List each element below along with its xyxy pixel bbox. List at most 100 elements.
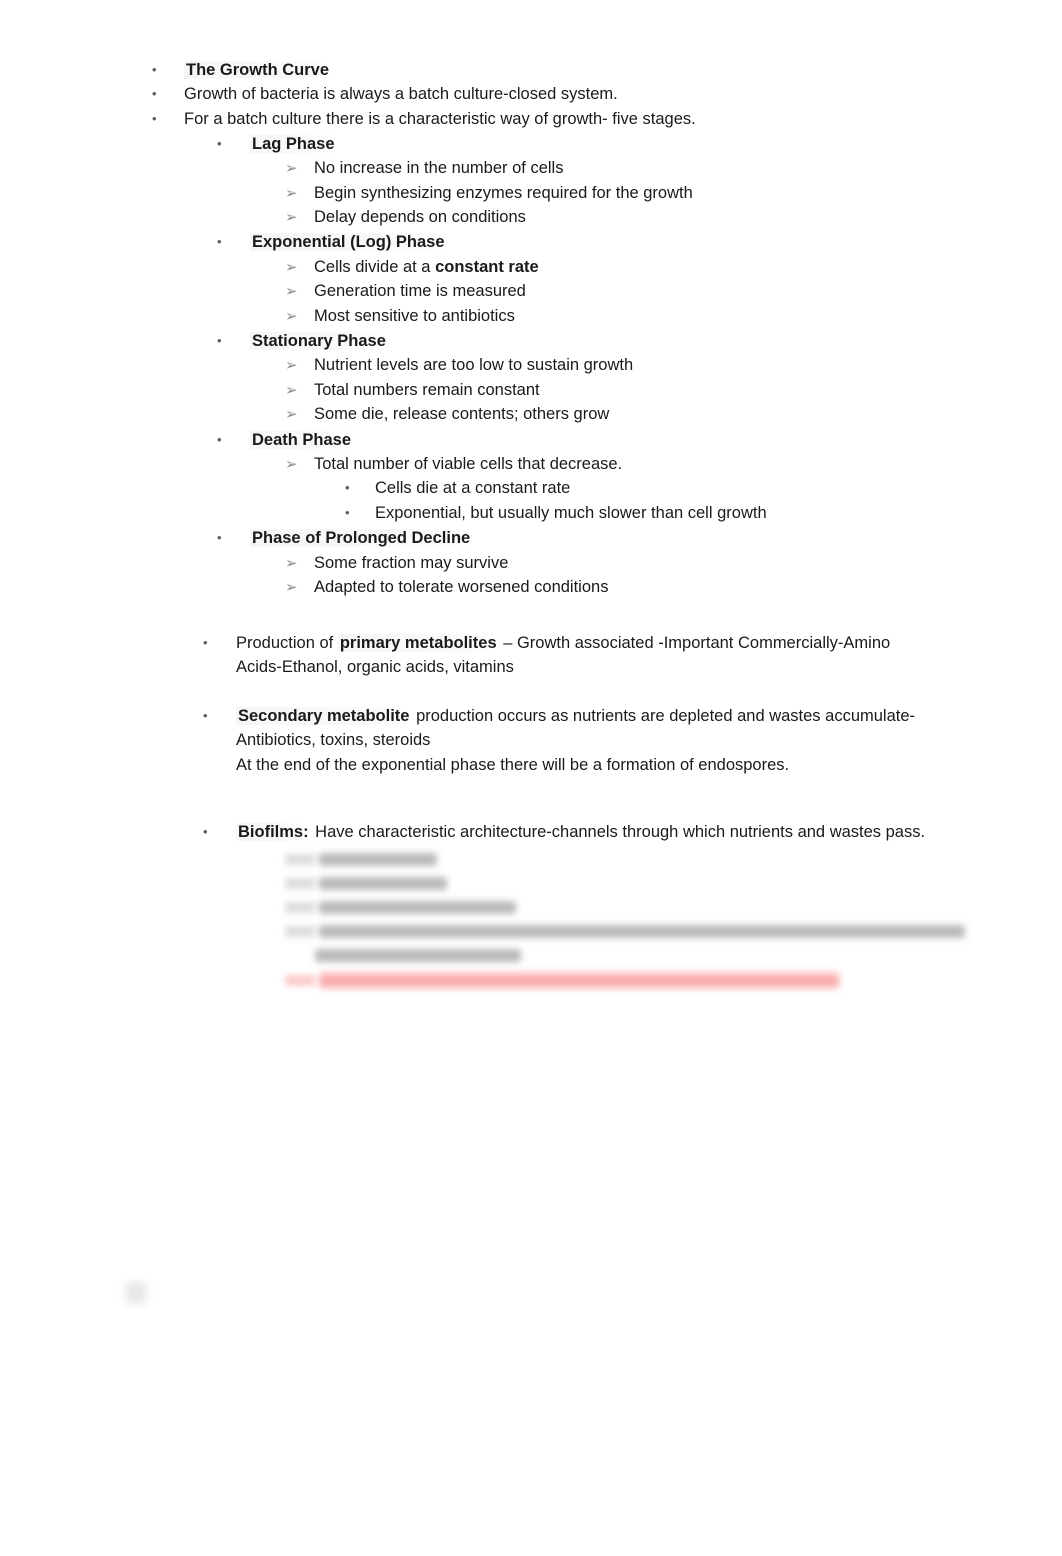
list-item-label: Nutrient levels are too low to sustain g… (314, 356, 634, 375)
redacted-bullet-icon (285, 854, 315, 865)
disc-bullet-icon: • (217, 234, 222, 250)
disc-bullet-icon: • (217, 431, 222, 447)
list-item: ➢ Most sensitive to antibiotics (0, 304, 1062, 328)
phase-heading-exponential: • Exponential (Log) Phase (0, 230, 1062, 254)
list-item-label: Generation time is measured (314, 282, 526, 301)
arrow-bullet-icon: ➢ (285, 455, 298, 473)
redacted-line (285, 877, 447, 890)
list-item-label: The Growth Curve (184, 61, 332, 79)
phase-name: Lag Phase (250, 134, 337, 153)
list-item: ➢ Some die, release contents; others gro… (0, 402, 1062, 426)
list-item-label: Exponential, but usually much slower tha… (375, 503, 767, 522)
outline-top-section: • The Growth Curve • Growth of bacteria … (0, 58, 1062, 599)
list-item: ➢ Some fraction may survive (0, 551, 1062, 575)
list-item-label: Cells die at a constant rate (375, 479, 571, 498)
redacted-bullet-icon (285, 878, 315, 889)
redacted-line (285, 925, 965, 938)
redacted-bullet-icon (285, 926, 315, 937)
redacted-bullet-icon (285, 975, 315, 986)
disc-bullet-icon: • (152, 62, 157, 77)
phase-heading-lag: • Lag Phase (0, 132, 1062, 156)
primary-metabolites-text: Production of primary metabolites – Grow… (236, 634, 891, 677)
list-item: • The Growth Curve (0, 58, 1062, 82)
biofilms-section: • Biofilms: Have characteristic architec… (0, 820, 1062, 844)
phase-name: Exponential (Log) Phase (250, 233, 447, 252)
redacted-text (319, 877, 447, 890)
document-page: • The Growth Curve • Growth of bacteria … (0, 0, 1062, 1556)
redacted-line-highlighted (285, 973, 839, 988)
arrow-bullet-icon: ➢ (285, 380, 298, 399)
list-item: ➢ No increase in the number of cells (0, 156, 1062, 180)
list-item: ➢ Begin synthesizing enzymes required fo… (0, 181, 1062, 205)
redacted-text (315, 949, 521, 962)
arrow-bullet-icon: ➢ (285, 282, 298, 301)
disc-bullet-icon: • (345, 504, 350, 520)
list-item-label: Some die, release contents; others grow (314, 405, 610, 424)
redacted-content-block (0, 843, 1062, 1003)
list-item: • Cells die at a constant rate (0, 476, 1062, 500)
arrow-bullet-icon: ➢ (285, 356, 298, 375)
list-item-label: No increase in the number of cells (314, 159, 564, 178)
list-item-label: Begin synthesizing enzymes required for … (314, 183, 693, 202)
list-item: ➢ Nutrient levels are too low to sustain… (0, 353, 1062, 377)
list-item: ➢ Adapted to tolerate worsened condition… (0, 575, 1062, 599)
disc-bullet-icon: • (152, 86, 157, 102)
list-item-label: For a batch culture there is a character… (184, 109, 696, 128)
biofilms-text: Biofilms: Have characteristic architectu… (236, 823, 926, 841)
redacted-text (319, 853, 437, 866)
list-item: • Production of primary metabolites – Gr… (0, 631, 1062, 680)
secondary-metabolite-section: • Secondary metabolite production occurs… (0, 704, 1062, 777)
disc-bullet-icon: • (217, 332, 222, 348)
phase-heading-prolonged-decline: • Phase of Prolonged Decline (0, 526, 1062, 550)
phase-heading-death: • Death Phase (0, 428, 1062, 452)
list-item: • Exponential, but usually much slower t… (0, 501, 1062, 525)
phase-heading-stationary: • Stationary Phase (0, 329, 1062, 353)
redacted-text (319, 901, 516, 914)
list-item: ➢ Generation time is measured (0, 279, 1062, 303)
list-item-label: Total numbers remain constant (314, 380, 540, 399)
redacted-text (319, 973, 839, 988)
arrow-bullet-icon: ➢ (285, 306, 298, 325)
arrow-bullet-icon: ➢ (285, 553, 298, 572)
disc-bullet-icon: • (152, 110, 157, 126)
disc-bullet-icon: • (203, 708, 208, 723)
list-item-label: Growth of bacteria is always a batch cul… (184, 85, 618, 104)
phase-name: Death Phase (250, 430, 354, 449)
list-item-label: Adapted to tolerate worsened conditions (314, 578, 609, 597)
secondary-metabolite-text: Secondary metabolite production occurs a… (236, 707, 916, 774)
disc-bullet-icon: • (203, 824, 208, 839)
arrow-bullet-icon: ➢ (285, 159, 298, 178)
arrow-bullet-icon: ➢ (285, 183, 298, 202)
list-item-label: Some fraction may survive (314, 553, 509, 572)
list-item-label: Most sensitive to antibiotics (314, 306, 515, 325)
arrow-bullet-icon: ➢ (285, 405, 298, 424)
redacted-line (285, 901, 516, 914)
list-item: • Secondary metabolite production occurs… (0, 704, 1062, 777)
arrow-bullet-icon: ➢ (285, 257, 298, 276)
list-item-label: Cells divide at a constant rate (314, 257, 539, 276)
redacted-text (319, 925, 965, 938)
list-item: • Biofilms: Have characteristic architec… (0, 820, 1062, 844)
list-item: ➢ Total number of viable cells that decr… (0, 452, 1062, 476)
phase-name: Phase of Prolonged Decline (250, 529, 473, 548)
primary-metabolites-section: • Production of primary metabolites – Gr… (0, 631, 1062, 680)
arrow-bullet-icon: ➢ (285, 578, 298, 597)
redacted-line (285, 853, 437, 866)
list-item: ➢ Total numbers remain constant (0, 378, 1062, 402)
disc-bullet-icon: • (203, 635, 208, 650)
disc-bullet-icon: • (345, 480, 350, 496)
list-item-label: Total number of viable cells that decrea… (314, 455, 623, 473)
phase-name: Stationary Phase (250, 331, 388, 350)
list-item-label: Delay depends on conditions (314, 207, 526, 226)
disc-bullet-icon: • (217, 135, 222, 151)
page-artifact-smudge (126, 1282, 146, 1304)
arrow-bullet-icon: ➢ (285, 207, 298, 226)
disc-bullet-icon: • (217, 530, 222, 546)
list-item: • For a batch culture there is a charact… (0, 107, 1062, 131)
endospore-line: At the end of the exponential phase ther… (236, 755, 790, 774)
list-item: ➢ Cells divide at a constant rate (0, 255, 1062, 279)
list-item: ➢ Delay depends on conditions (0, 205, 1062, 229)
redacted-line-wrap (315, 949, 521, 962)
redacted-bullet-icon (285, 902, 315, 913)
list-item: • Growth of bacteria is always a batch c… (0, 82, 1062, 106)
